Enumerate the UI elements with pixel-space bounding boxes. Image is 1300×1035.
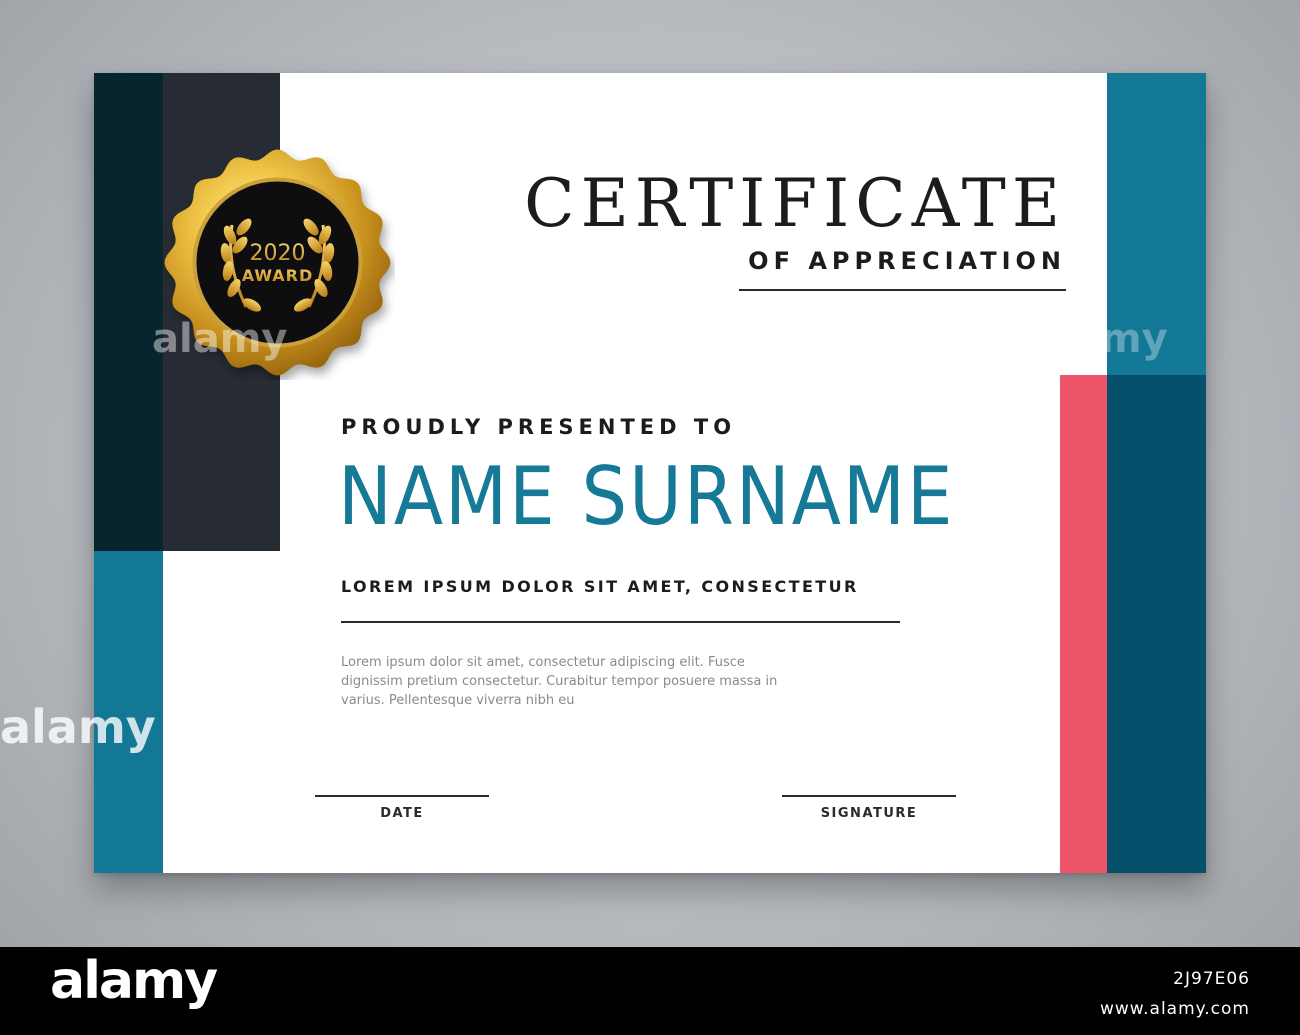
site-url: www.alamy.com [1099, 999, 1250, 1019]
watermark-text: alamy [0, 700, 156, 754]
certificate-subtitle: OF APPRECIATION [748, 247, 1066, 275]
presented-to-label: PROUDLY PRESENTED TO [341, 415, 737, 439]
tagline: LOREM IPSUM DOLOR SIT AMET, CONSECTETUR [341, 577, 859, 596]
date-line [315, 795, 489, 797]
image-id: 2J97E06 [1173, 969, 1250, 989]
badge-year: 2020 [250, 241, 306, 266]
tagline-underline [341, 621, 900, 623]
badge-label: AWARD [242, 266, 314, 285]
certificate-title: CERTIFICATE [524, 165, 1066, 242]
right-coral-bar [1060, 375, 1107, 873]
alamy-logo: alamy [50, 951, 218, 1011]
right-dark-teal-bar [1107, 375, 1206, 873]
signature-line [782, 795, 956, 797]
canvas: { "certificate": { "title": "CERTIFICATE… [0, 0, 1300, 1035]
description-text: Lorem ipsum dolor sit amet, consectetur … [341, 655, 778, 708]
watermark-text: my [1100, 316, 1168, 362]
stock-footer-bar: alamy 2J97E06 www.alamy.com [0, 947, 1300, 1035]
watermark-text: alamy [152, 316, 288, 362]
signature-label: SIGNATURE [820, 806, 918, 821]
title-underline [739, 289, 1066, 291]
recipient-name: NAME SURNAME [338, 450, 955, 543]
left-dark-bar [94, 73, 163, 551]
date-label: DATE [380, 806, 424, 821]
